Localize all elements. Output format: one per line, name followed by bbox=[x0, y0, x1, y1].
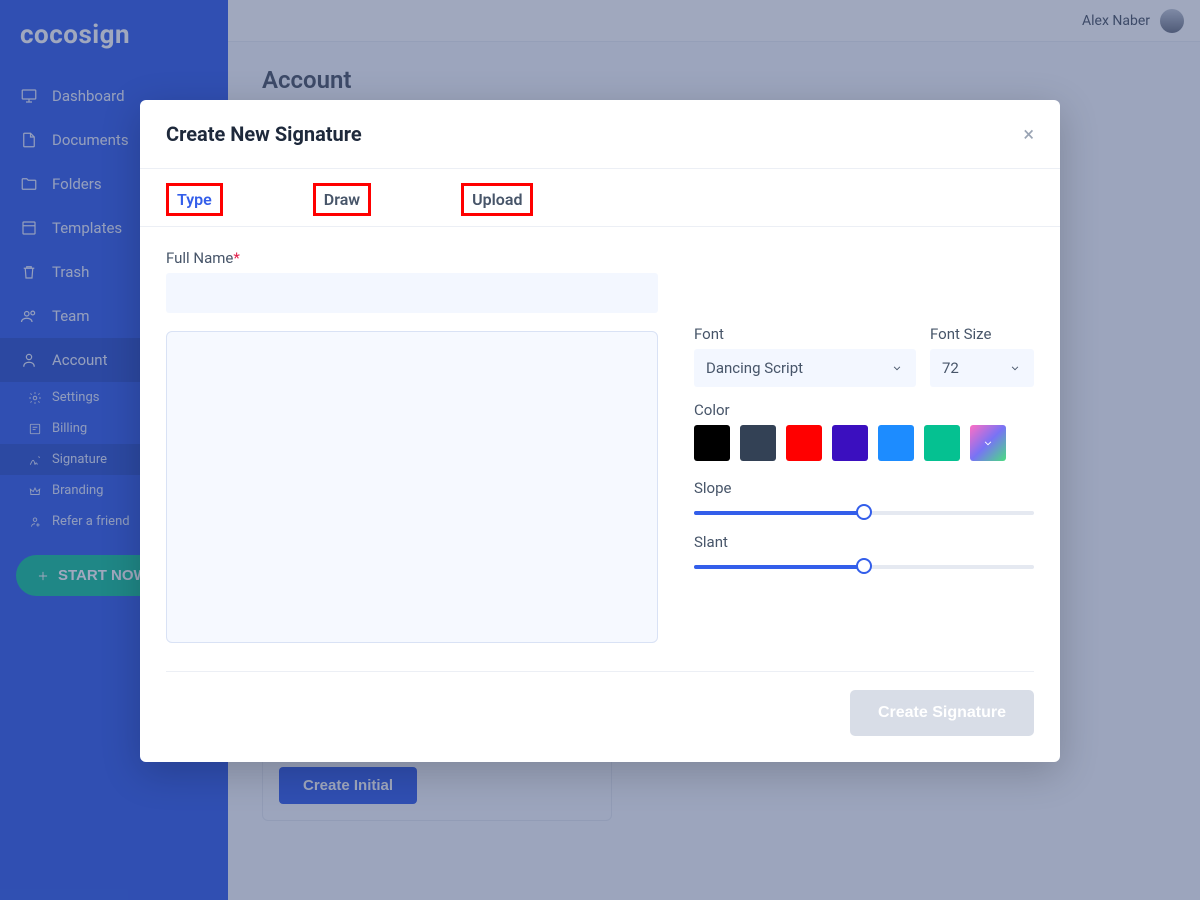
font-size-select[interactable]: 72 bbox=[930, 349, 1034, 387]
modal-title: Create New Signature bbox=[166, 122, 362, 146]
font-size-label: Font Size bbox=[930, 325, 1034, 343]
full-name-input[interactable] bbox=[166, 273, 658, 313]
tab-upload[interactable]: Upload bbox=[461, 183, 533, 216]
font-size-value: 72 bbox=[942, 359, 959, 377]
chevron-down-icon bbox=[1008, 361, 1022, 375]
color-label: Color bbox=[694, 401, 1034, 419]
color-purple[interactable] bbox=[832, 425, 868, 461]
chevron-down-icon bbox=[981, 436, 995, 450]
modal-overlay: Create New Signature × Type Draw Upload … bbox=[0, 0, 1200, 900]
color-blue[interactable] bbox=[878, 425, 914, 461]
font-select[interactable]: Dancing Script bbox=[694, 349, 916, 387]
slope-slider[interactable] bbox=[694, 511, 1034, 515]
font-label: Font bbox=[694, 325, 916, 343]
tab-draw[interactable]: Draw bbox=[313, 183, 371, 216]
full-name-label: Full Name* bbox=[166, 249, 658, 267]
signature-preview bbox=[166, 331, 658, 643]
font-value: Dancing Script bbox=[706, 359, 803, 377]
slope-label: Slope bbox=[694, 479, 1034, 497]
color-red[interactable] bbox=[786, 425, 822, 461]
modal-tabs: Type Draw Upload bbox=[140, 169, 1060, 227]
slant-label: Slant bbox=[694, 533, 1034, 551]
create-signature-button[interactable]: Create Signature bbox=[850, 690, 1034, 736]
color-slate[interactable] bbox=[740, 425, 776, 461]
tab-type[interactable]: Type bbox=[166, 183, 223, 216]
color-teal[interactable] bbox=[924, 425, 960, 461]
color-more[interactable] bbox=[970, 425, 1006, 461]
color-swatches bbox=[694, 425, 1034, 461]
chevron-down-icon bbox=[890, 361, 904, 375]
create-signature-modal: Create New Signature × Type Draw Upload … bbox=[140, 100, 1060, 762]
slant-slider[interactable] bbox=[694, 565, 1034, 569]
close-icon[interactable]: × bbox=[1023, 122, 1034, 146]
color-black[interactable] bbox=[694, 425, 730, 461]
